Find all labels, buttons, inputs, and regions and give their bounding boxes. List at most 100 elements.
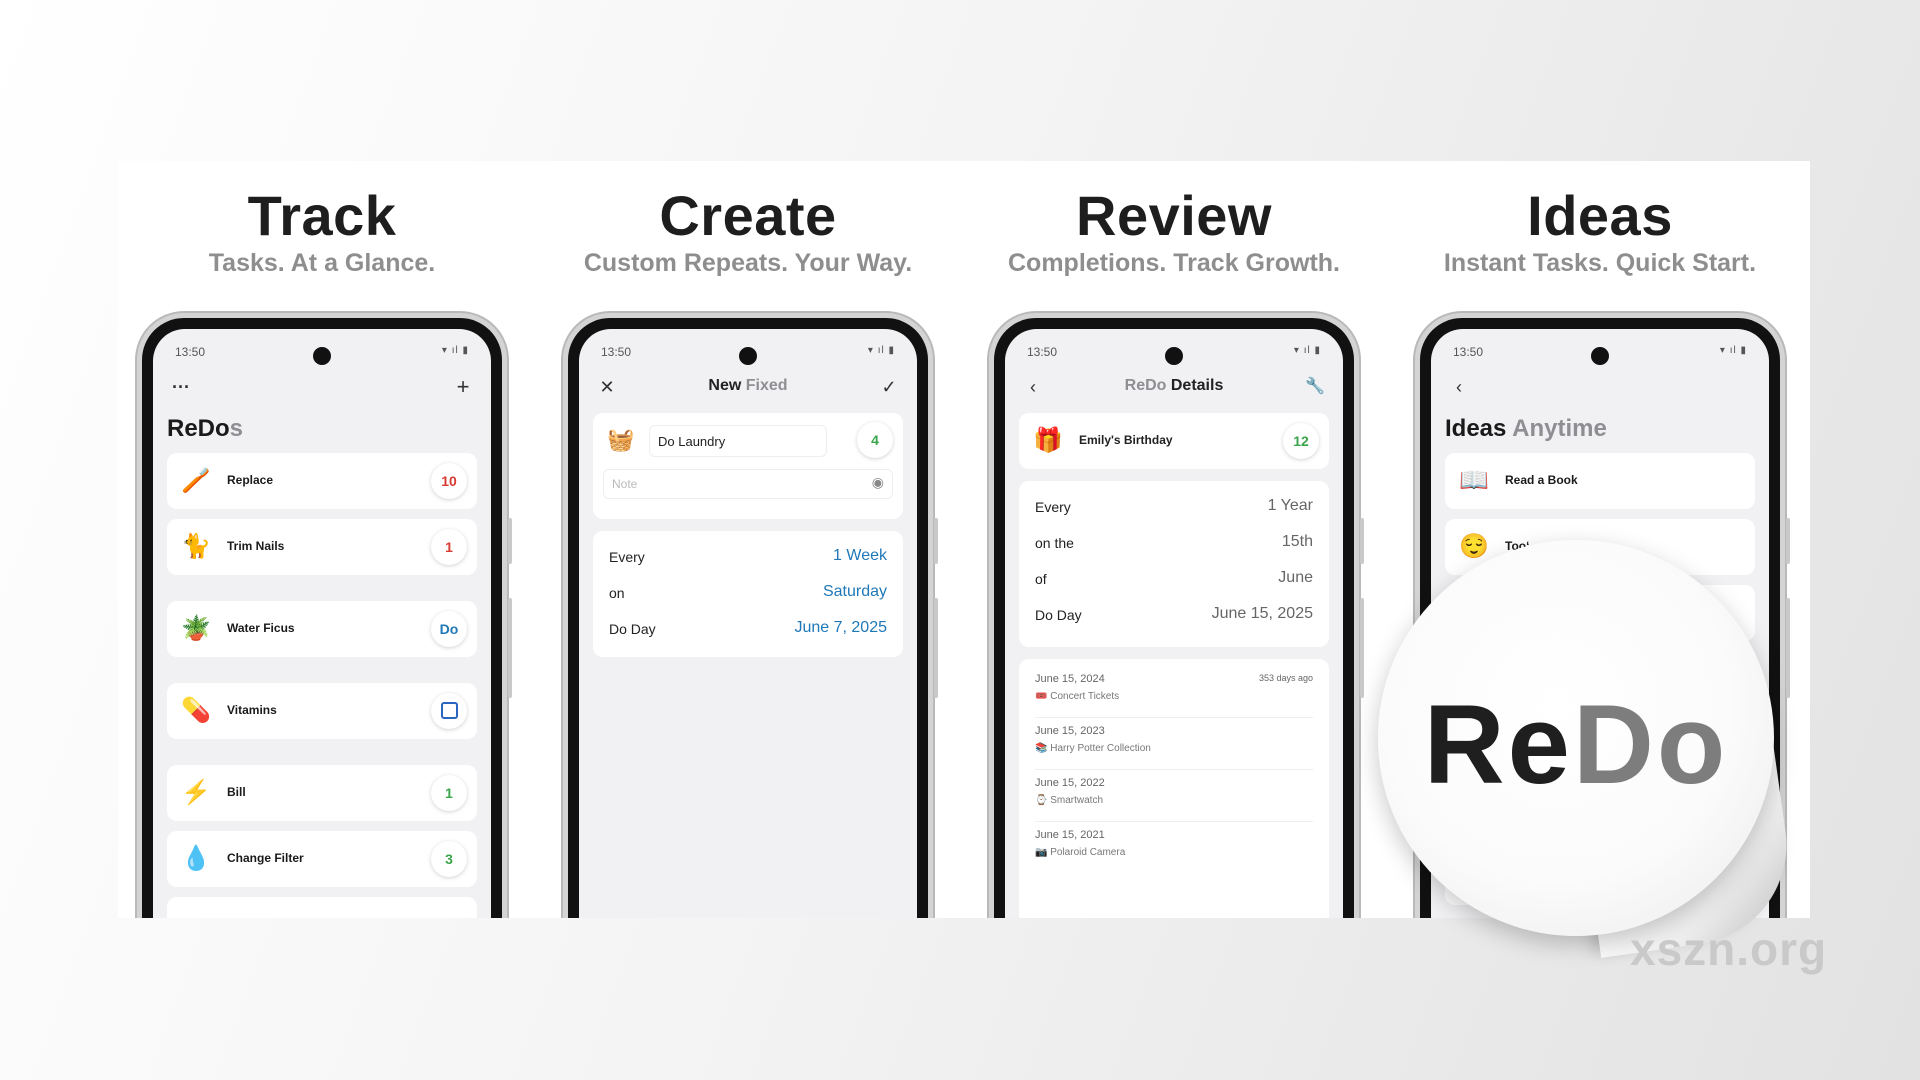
lightning-icon: ⚡ <box>181 779 211 806</box>
checkbox-icon <box>440 702 458 720</box>
pill-icon: 💊 <box>181 697 211 724</box>
repeat-row-value: June 15, 2025 <box>1211 605 1313 622</box>
list-item[interactable]: 💧 Change Filter 3 <box>167 831 477 887</box>
history-note: ⌚ Smartwatch <box>1035 795 1104 806</box>
repeat-row[interactable]: Every 1 Week <box>609 543 887 573</box>
camera-cutout <box>1591 347 1609 365</box>
history-item[interactable]: June 15, 2022 ⌚ Smartwatch <box>1035 771 1313 822</box>
list-item[interactable]: 💊 Vitamins <box>167 683 477 739</box>
droplet-icon: 💧 <box>181 845 211 872</box>
status-icons: ▾ ıl ▮ <box>1293 345 1321 356</box>
plant-icon: 🪴 <box>181 615 211 642</box>
phone-screen: 13:50 ▾ ıl ▮ ··· + ReDos 🪥 Replace 10 🐈 … <box>153 329 491 918</box>
repeat-row: of June <box>1035 565 1313 595</box>
check-icon[interactable]: ✓ <box>875 373 903 401</box>
status-icons: ▾ ıl ▮ <box>1719 345 1747 356</box>
phone-frame: 13:50 ▾ ıl ▮ ✕ New Fixed ✓ 🧺 Do Laundry … <box>568 318 938 918</box>
list-item[interactable] <box>167 897 477 918</box>
column-title: Ideas <box>1527 184 1673 247</box>
column-title: Track <box>247 184 397 247</box>
repeat-row-key: on <box>609 585 625 601</box>
history-note: 📚 Harry Potter Collection <box>1035 743 1151 754</box>
note-placeholder: Note <box>612 477 638 491</box>
repeat-row-value[interactable]: 1 Week <box>833 547 887 565</box>
list-item[interactable]: 🪥 Replace 10 <box>167 453 477 509</box>
camera-cutout <box>1165 347 1183 365</box>
repeat-row[interactable]: on Saturday <box>609 579 887 609</box>
column-track: Track Tasks. At a Glance. 13:50 ▾ ıl ▮ ·… <box>142 161 512 918</box>
count-badge[interactable]: 1 <box>431 529 467 565</box>
repeat-row-key: of <box>1035 571 1047 587</box>
phone-screen: 13:50 ▾ ıl ▮ ✕ New Fixed ✓ 🧺 Do Laundry … <box>579 329 917 918</box>
status-time: 13:50 <box>1453 345 1484 359</box>
gift-icon: 🎁 <box>1033 427 1063 454</box>
task-name: Emily's Birthday <box>1079 433 1173 447</box>
repeat-row-value[interactable]: June 7, 2025 <box>794 619 887 637</box>
column-title: Review <box>1076 184 1272 247</box>
wrench-icon[interactable]: 🔧 <box>1301 373 1329 401</box>
repeat-row[interactable]: Do Day June 7, 2025 <box>609 615 887 645</box>
list-item-label: Trim Nails <box>227 539 285 553</box>
status-icons: ▾ ıl ▮ <box>867 345 895 356</box>
list-item-label: Vitamins <box>227 703 277 717</box>
repeat-row: Every 1 Year <box>1035 493 1313 523</box>
watermark: xszn.org <box>1630 923 1828 975</box>
repeat-row: on the 15th <box>1035 529 1313 559</box>
history-item[interactable]: June 15, 2023 📚 Harry Potter Collection <box>1035 719 1313 770</box>
status-time: 13:50 <box>175 345 206 359</box>
repeat-row: Do Day June 15, 2025 <box>1035 601 1313 631</box>
column-review: Review Completions. Track Growth. 13:50 … <box>994 161 1364 918</box>
history-card: June 15, 2024 🎟️ Concert Tickets 353 day… <box>1019 659 1329 918</box>
history-ago: 353 days ago <box>1258 673 1313 683</box>
more-icon[interactable]: ··· <box>167 373 195 401</box>
toothbrush-icon: 🪥 <box>181 467 211 494</box>
repeat-row-value: 1 Year <box>1267 497 1313 514</box>
basket-icon: 🧺 <box>607 427 635 452</box>
repeat-row-value[interactable]: Saturday <box>823 583 887 601</box>
column-subtitle: Completions. Track Growth. <box>1008 249 1340 277</box>
column-title: Create <box>659 184 837 247</box>
count-badge[interactable]: 3 <box>431 841 467 877</box>
history-date: June 15, 2022 <box>1035 777 1105 789</box>
eye-icon[interactable]: ◉ <box>872 474 884 491</box>
phone-screen: 13:50 ▾ ıl ▮ ‹ ReDo Details 🔧 🎁 Emily's … <box>1005 329 1343 918</box>
page-title: Ideas Anytime <box>1445 415 1607 442</box>
do-button[interactable]: Do <box>431 611 467 647</box>
history-item[interactable]: June 15, 2024 🎟️ Concert Tickets 353 day… <box>1035 667 1313 718</box>
history-item[interactable]: June 15, 2021 📷 Polaroid Camera <box>1035 823 1313 873</box>
idea-item[interactable]: 📖 Read a Book <box>1445 453 1755 509</box>
repeat-row-key: Every <box>609 549 645 565</box>
redo-sticker-logo: ReDo <box>1378 540 1774 936</box>
list-item-label: Replace <box>227 473 274 487</box>
list-item[interactable]: 🐈 Trim Nails 1 <box>167 519 477 575</box>
count-badge[interactable]: 4 <box>857 422 893 458</box>
plus-icon[interactable]: + <box>449 373 477 401</box>
list-item-label: Water Ficus <box>227 621 295 635</box>
status-time: 13:50 <box>601 345 632 359</box>
history-note: 📷 Polaroid Camera <box>1035 847 1126 858</box>
count-badge[interactable]: 12 <box>1283 423 1319 459</box>
note-input[interactable]: Note ◉ <box>603 469 893 499</box>
history-date: June 15, 2021 <box>1035 829 1105 841</box>
page-title: ReDos <box>167 415 244 442</box>
column-create: Create Custom Repeats. Your Way. 13:50 ▾… <box>568 161 938 918</box>
relieved-face-icon: 😌 <box>1459 533 1489 560</box>
checkbox-button[interactable] <box>431 693 467 729</box>
count-badge[interactable]: 1 <box>431 775 467 811</box>
repeat-settings-card: Every 1 Week on Saturday Do Day June 7, … <box>593 531 903 657</box>
repeat-row-key: Every <box>1035 499 1071 515</box>
app-logo-text: ReDo <box>1423 682 1729 807</box>
phone-frame: 13:50 ▾ ıl ▮ ‹ ReDo Details 🔧 🎁 Emily's … <box>994 318 1364 918</box>
book-icon: 📖 <box>1459 467 1489 494</box>
list-item[interactable]: 🪴 Water Ficus Do <box>167 601 477 657</box>
task-card: 🎁 Emily's Birthday 12 <box>1019 413 1329 469</box>
list-item[interactable]: ⚡ Bill 1 <box>167 765 477 821</box>
repeat-row-key: on the <box>1035 535 1074 551</box>
repeat-row-value: June <box>1278 569 1313 586</box>
screen-title: ReDo Details <box>1124 377 1224 394</box>
count-badge[interactable]: 10 <box>431 463 467 499</box>
task-name-input[interactable]: Do Laundry <box>649 425 827 457</box>
idea-item-label: Read a Book <box>1505 473 1578 487</box>
repeat-row-value: 15th <box>1281 533 1313 550</box>
back-chevron-icon[interactable]: ‹ <box>1445 373 1473 401</box>
